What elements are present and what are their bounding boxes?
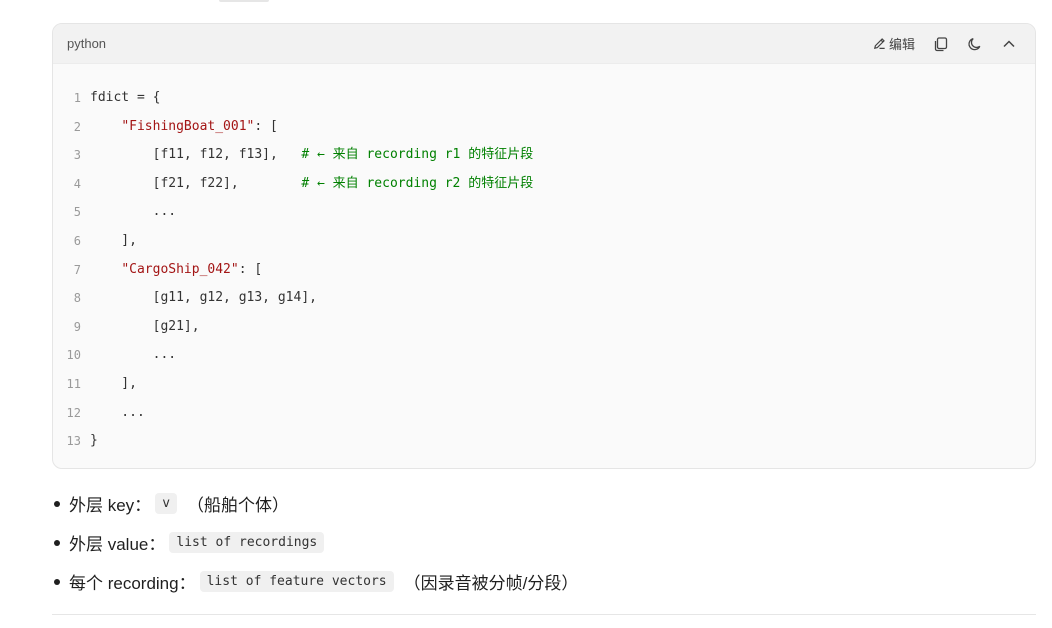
copy-button[interactable] xyxy=(929,31,953,57)
scrolled-element-edge xyxy=(219,0,269,2)
code-line-text: ... xyxy=(90,341,176,370)
code-content[interactable]: 1 fdict = {2 "FishingBoat_001": [3 [f11, … xyxy=(53,64,1035,456)
code-line: 7 "CargoShip_042": [ xyxy=(53,256,1035,285)
code-line: 13} xyxy=(53,427,1035,456)
collapse-button[interactable] xyxy=(997,31,1021,57)
line-number: 3 xyxy=(73,148,81,163)
line-number: 12 xyxy=(66,405,81,420)
list-item: 外层 value： list of recordings xyxy=(52,523,1036,562)
inline-code: v xyxy=(155,493,178,514)
code-line: 8 [g11, g12, g13, g14], xyxy=(53,284,1035,313)
code-token: [f11, f12, f13], xyxy=(90,147,302,163)
bullet-dot xyxy=(54,578,60,585)
chevron-up-icon xyxy=(1001,36,1017,52)
divider xyxy=(52,614,1036,615)
line-number: 1 xyxy=(73,91,81,105)
code-comment: # ← 来自 recording r1 的特征片段 xyxy=(301,147,534,163)
code-line-text: [f11, f12, f13], # ← 来自 recording r1 的特征… xyxy=(90,141,534,170)
code-line: 9 [g21], xyxy=(53,313,1035,342)
line-number: 5 xyxy=(73,205,81,220)
code-token: ... xyxy=(90,347,177,363)
list-item: 每个 recording： list of feature vectors （因录音… xyxy=(52,562,1036,601)
bullet-note: （因录音被分帧/分段） xyxy=(403,574,579,593)
code-token: : [ xyxy=(254,118,278,134)
edit-button-label: 编辑 xyxy=(888,37,915,52)
code-line-text: [g21], xyxy=(90,313,200,342)
code-line-text: "CargoShip_042": [ xyxy=(90,256,262,285)
code-block-header: python 编辑 xyxy=(53,24,1035,64)
bullet-label: 外层 value： xyxy=(69,535,166,554)
code-token: [g21], xyxy=(90,318,200,334)
code-token: ... xyxy=(90,204,177,220)
code-line-text: } xyxy=(90,427,98,456)
code-line: 12 ... xyxy=(53,399,1035,428)
code-line-text: ... xyxy=(90,399,145,428)
line-number: 11 xyxy=(66,376,81,391)
code-line: 6 ], xyxy=(53,227,1035,256)
edit-button[interactable]: 编辑 xyxy=(868,31,919,57)
line-number: 7 xyxy=(73,262,81,277)
pencil-icon xyxy=(872,36,887,51)
bullet-label: 外层 key： xyxy=(69,496,152,515)
line-number: 8 xyxy=(73,291,81,306)
line-number: 2 xyxy=(73,119,81,134)
code-token: } xyxy=(90,433,98,449)
code-line-text: [f21, f22], # ← 来自 recording r2 的特征片段 xyxy=(90,170,534,199)
code-string: "CargoShip_042" xyxy=(121,261,239,277)
code-token: fdict = { xyxy=(90,90,161,105)
code-line: 11 ], xyxy=(53,370,1035,399)
line-number: 4 xyxy=(73,176,81,191)
theme-toggle-button[interactable] xyxy=(963,31,987,57)
bullet-label: 每个 recording： xyxy=(69,574,196,593)
code-line-text: ... xyxy=(90,198,176,227)
code-line: 10 ... xyxy=(53,341,1035,370)
line-number: 10 xyxy=(66,348,81,363)
code-toolbar: 编辑 xyxy=(868,31,1021,57)
inline-code: list of feature vectors xyxy=(199,571,394,592)
code-block: python 编辑 1 fdict = {2 "FishingBoat_001… xyxy=(52,23,1036,469)
inline-code: list of recordings xyxy=(169,532,325,553)
code-line: 3 [f11, f12, f13], # ← 来自 recording r1 的… xyxy=(53,141,1035,170)
code-line: 5 ... xyxy=(53,198,1035,227)
list-item: 外层 key： v （船舶个体） xyxy=(52,484,1036,523)
code-line-text: [g11, g12, g13, g14], xyxy=(90,284,317,313)
copy-icon xyxy=(933,36,949,52)
code-token: ], xyxy=(90,375,137,391)
code-comment: # ← 来自 recording r2 的特征片段 xyxy=(301,175,534,191)
code-token: ... xyxy=(90,404,145,420)
code-line-text: ], xyxy=(90,227,137,256)
code-line: 4 [f21, f22], # ← 来自 recording r2 的特征片段 xyxy=(53,170,1035,199)
code-token: [f21, f22], xyxy=(90,175,302,191)
line-number: 6 xyxy=(73,233,81,248)
code-line-text: "FishingBoat_001": [ xyxy=(90,113,278,142)
code-line-text: fdict = { xyxy=(90,84,160,113)
code-line: 1 fdict = { xyxy=(53,84,1035,113)
code-token: ], xyxy=(90,232,137,248)
bullet-note: （船舶个体） xyxy=(187,496,290,515)
bullet-list: 外层 key： v （船舶个体） 外层 value： list of recording… xyxy=(52,484,1036,601)
code-line: 2 "FishingBoat_001": [ xyxy=(53,113,1035,142)
code-line-text: ], xyxy=(90,370,137,399)
bullet-dot xyxy=(54,500,60,507)
moon-icon xyxy=(967,36,983,52)
bullet-dot xyxy=(54,539,60,546)
code-language-label: python xyxy=(67,36,107,51)
code-token: : [ xyxy=(238,261,263,277)
code-string: "FishingBoat_001" xyxy=(121,118,255,134)
line-number: 13 xyxy=(66,434,81,449)
code-token: [g11, g12, g13, g14], xyxy=(90,290,317,306)
line-number: 9 xyxy=(73,319,81,334)
